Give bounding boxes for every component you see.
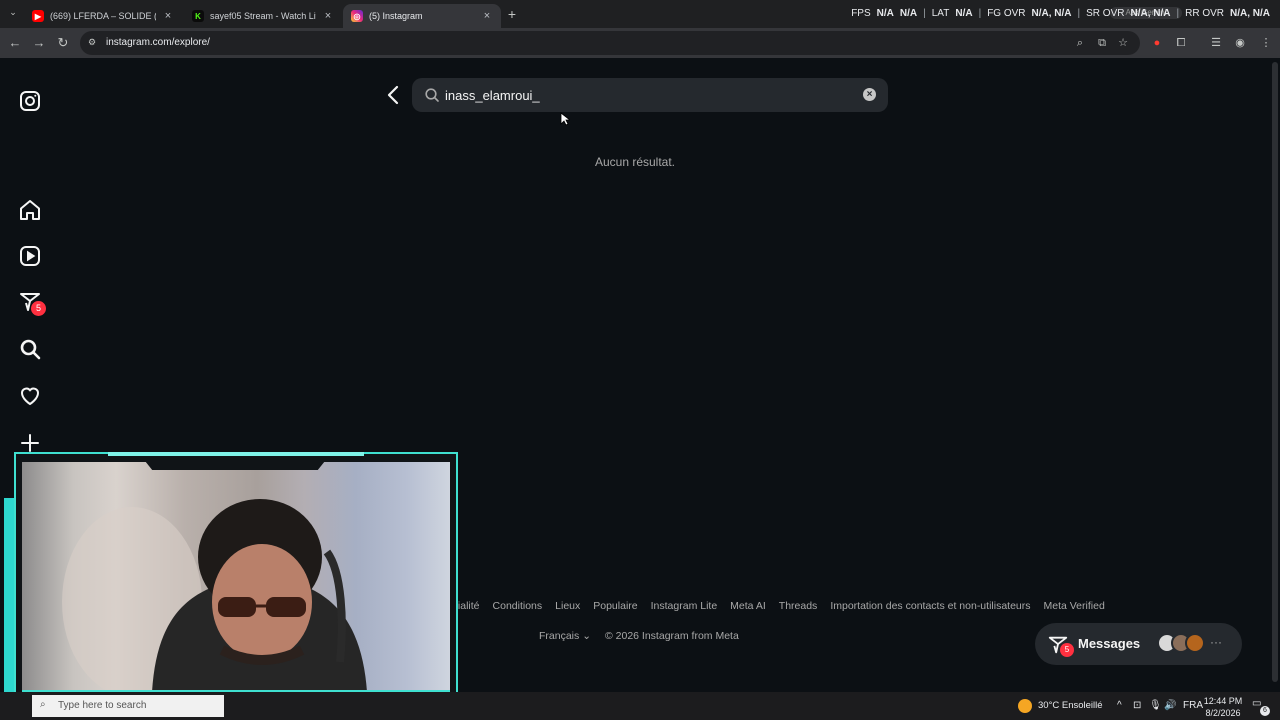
url-text[interactable]: instagram.com/explore/ bbox=[106, 37, 210, 48]
footer-link[interactable]: Threads bbox=[779, 600, 818, 612]
new-tab-button[interactable]: + bbox=[504, 6, 520, 22]
tab-youtube[interactable]: ▶ (669) LFERDA – SOLIDE (Official × bbox=[24, 4, 182, 28]
search-input[interactable]: inass_elamroui_ × bbox=[412, 78, 888, 112]
messages-button[interactable]: 5 Messages ··· bbox=[1035, 623, 1242, 665]
date-text: 8/2/2026 bbox=[1205, 708, 1241, 718]
menu-kebab-icon[interactable]: ⋮ bbox=[1258, 35, 1274, 51]
webcam-video bbox=[22, 462, 450, 692]
footer-link[interactable]: Meta Verified bbox=[1044, 600, 1105, 612]
tab-instagram[interactable]: ◎ (5) Instagram × bbox=[343, 4, 501, 28]
footer-link[interactable]: Instagram Lite bbox=[651, 600, 718, 612]
reload-icon[interactable]: ↻ bbox=[55, 35, 71, 51]
site-info-icon[interactable]: ⚙ bbox=[88, 37, 100, 49]
messages-badge: 5 bbox=[1060, 643, 1074, 657]
install-app-icon[interactable]: ⧉ bbox=[1094, 35, 1110, 51]
fps-label: FPS bbox=[851, 8, 871, 19]
tab-title: sayef05 Stream - Watch Live on bbox=[210, 11, 316, 21]
forward-arrow-icon[interactable]: → bbox=[31, 35, 47, 51]
clear-search-icon[interactable]: × bbox=[863, 88, 876, 101]
zoom-icon[interactable]: ⌕ bbox=[1072, 35, 1088, 51]
fps-value: N/A bbox=[876, 8, 894, 19]
webcam-frame-accent bbox=[4, 498, 14, 700]
footer-links: tialité Conditions Lieux Populaire Insta… bbox=[455, 600, 1105, 612]
extension-record-icon[interactable]: ● bbox=[1149, 35, 1165, 51]
fg-ovr-label: FG OVR bbox=[987, 8, 1026, 19]
footer-bottom: Français ⌄ © 2026 Instagram from Meta bbox=[539, 630, 739, 642]
scrollbar-thumb[interactable] bbox=[1272, 62, 1278, 682]
avatar bbox=[1185, 633, 1205, 653]
reels-icon[interactable] bbox=[18, 244, 42, 268]
reading-list-icon[interactable]: ☰ bbox=[1208, 35, 1224, 51]
back-chevron-icon[interactable] bbox=[384, 84, 402, 106]
copyright-text: © 2026 Instagram from Meta bbox=[605, 630, 739, 642]
notification-badge: 5 bbox=[31, 301, 46, 316]
close-tab-icon[interactable]: × bbox=[162, 10, 174, 22]
weather-text[interactable]: 30°C Ensoleillé bbox=[1038, 700, 1103, 711]
performance-overlay: FPS N/A N/A | LAT N/A | FG OVR N/A, N/A | S… bbox=[851, 8, 1270, 19]
fps-value-2: N/A bbox=[899, 8, 918, 19]
more-avatars-icon: ··· bbox=[1210, 635, 1222, 649]
webcam-frame-top-accent bbox=[108, 452, 364, 456]
time-text: 12:44 PM bbox=[1203, 696, 1243, 706]
microphone-icon[interactable]: 🎙 bbox=[1149, 700, 1162, 711]
youtube-icon: ▶ bbox=[32, 10, 44, 22]
footer-link[interactable]: Conditions bbox=[493, 600, 543, 612]
windows-taskbar: ⌕ Type here to search 30°C Ensoleillé ^ … bbox=[0, 692, 1280, 720]
sr-ovr-value: N/A, N/A bbox=[1130, 8, 1171, 19]
taskbar-search-placeholder: Type here to search bbox=[58, 700, 147, 711]
rr-ovr-value: N/A, N/A bbox=[1230, 8, 1270, 19]
lat-label: LAT bbox=[931, 8, 950, 19]
close-tab-icon[interactable]: × bbox=[322, 10, 334, 22]
heart-icon[interactable] bbox=[18, 384, 42, 408]
home-icon[interactable] bbox=[18, 198, 42, 222]
chevron-down-icon: ⌄ bbox=[582, 630, 591, 642]
network-icon[interactable]: ⊡ bbox=[1133, 700, 1141, 711]
footer-link[interactable]: Lieux bbox=[555, 600, 580, 612]
language-label: Français bbox=[539, 630, 580, 642]
back-arrow-icon[interactable]: ← bbox=[7, 35, 23, 51]
webcam-frame-notch bbox=[145, 461, 325, 470]
search-icon: ⌕ bbox=[40, 699, 46, 710]
tab-kick[interactable]: K sayef05 Stream - Watch Live on × bbox=[184, 4, 342, 28]
instagram-icon: ◎ bbox=[351, 10, 363, 22]
footer-link[interactable]: Meta AI bbox=[730, 600, 766, 612]
address-bar[interactable]: ⚙ instagram.com/explore/ ⌕ ⧉ ☆ bbox=[80, 31, 1140, 55]
fg-ovr-value: N/A, N/A bbox=[1031, 8, 1072, 19]
messages-label: Messages bbox=[1078, 636, 1141, 651]
bookmark-star-icon[interactable]: ☆ bbox=[1115, 35, 1131, 51]
sun-icon[interactable] bbox=[1018, 699, 1032, 713]
kick-icon: K bbox=[192, 10, 204, 22]
notification-count-badge: 6 bbox=[1260, 706, 1270, 716]
footer-link[interactable]: Importation des contacts et non-utilisat… bbox=[830, 600, 1030, 612]
instagram-logo-icon[interactable] bbox=[18, 89, 42, 113]
browser-toolbar: ← → ↻ ⚙ instagram.com/explore/ ⌕ ⧉ ☆ ● ⧠… bbox=[0, 28, 1280, 58]
chevron-up-icon[interactable]: ^ bbox=[1117, 700, 1122, 711]
search-query-text[interactable]: inass_elamroui_ bbox=[445, 88, 540, 103]
tab-title: (5) Instagram bbox=[369, 11, 423, 21]
no-results-message: Aucun résultat. bbox=[594, 155, 676, 169]
tab-title: (669) LFERDA – SOLIDE (Official bbox=[50, 11, 156, 21]
search-field-icon bbox=[424, 87, 440, 103]
taskbar-search-box[interactable]: ⌕ Type here to search bbox=[32, 695, 224, 717]
footer-link[interactable]: Populaire bbox=[593, 600, 637, 612]
lat-value: N/A bbox=[955, 8, 973, 19]
taskbar-clock[interactable]: 12:44 PM 8/2/2026 bbox=[1200, 695, 1246, 719]
close-tab-icon[interactable]: × bbox=[481, 10, 493, 22]
footer-link[interactable]: tialité bbox=[455, 600, 480, 612]
browser-tab-bar: ⌄ ▶ (669) LFERDA – SOLIDE (Official × K … bbox=[0, 0, 1280, 28]
tab-list-chevron-icon[interactable]: ⌄ bbox=[6, 7, 20, 21]
search-icon[interactable] bbox=[18, 337, 42, 361]
extensions-puzzle-icon[interactable]: ⧠ bbox=[1173, 35, 1189, 51]
language-selector[interactable]: Français ⌄ bbox=[539, 630, 591, 642]
mouse-pointer-icon bbox=[560, 112, 572, 126]
volume-icon[interactable]: 🔊 bbox=[1164, 700, 1176, 711]
rr-ovr-label: RR OVR bbox=[1185, 8, 1224, 19]
profile-avatar-icon[interactable]: ◉ bbox=[1232, 35, 1248, 51]
sr-ovr-label: SR OVR bbox=[1086, 8, 1125, 19]
